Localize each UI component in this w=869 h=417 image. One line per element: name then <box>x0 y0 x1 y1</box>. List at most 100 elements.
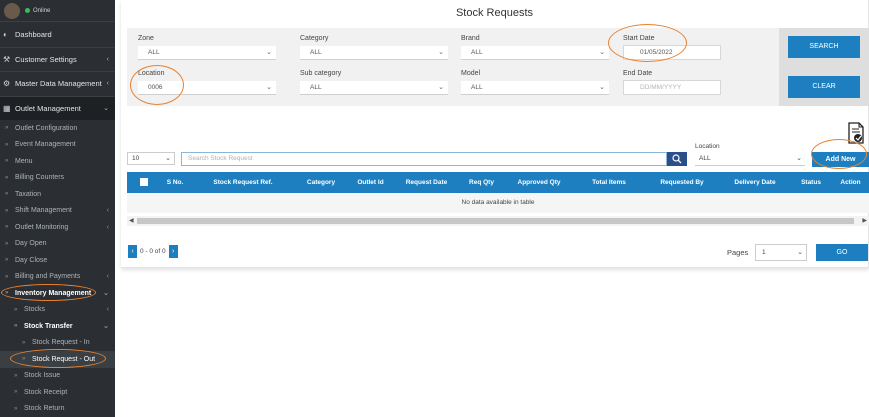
sidebar-item-inventory-management[interactable]: » Inventory Management ⌄ <box>0 284 115 302</box>
chevron-right-icon: » <box>5 290 9 297</box>
sidebar-item-outlet-monitoring[interactable]: » Outlet Monitoring ‹ <box>0 219 115 236</box>
column-header[interactable]: S No. <box>161 172 189 193</box>
stock-request-search-input[interactable]: Search Stock Request <box>181 152 667 166</box>
location-filter-select[interactable]: ALL ⌄ <box>695 153 805 166</box>
sidebar-user: Online <box>0 0 115 22</box>
sidebar-item-label: Day Open <box>15 240 47 248</box>
column-header[interactable]: Req Qty <box>459 172 504 193</box>
location-filter-label: Location <box>695 143 720 150</box>
outlet-icon: ▦ <box>3 103 11 113</box>
column-header[interactable]: Stock Request Ref. <box>191 172 295 193</box>
column-header[interactable]: Action <box>832 172 869 193</box>
sidebar-item-dashboard[interactable]: ◐ Dashboard <box>0 22 115 47</box>
prev-page-button[interactable]: ‹ <box>128 245 137 258</box>
sidebar-item-stock-return[interactable]: » Stock Return <box>0 401 115 417</box>
go-button[interactable]: GO <box>816 244 868 261</box>
search-button[interactable]: SEARCH <box>788 36 860 58</box>
column-header[interactable]: Requested By <box>644 172 720 193</box>
brand-select[interactable]: ALL ⌄ <box>461 46 609 60</box>
avatar[interactable] <box>4 2 20 19</box>
location-select[interactable]: 0006 ⌄ <box>138 81 276 95</box>
sidebar-item-outlet-configuration[interactable]: » Outlet Configuration <box>0 120 115 137</box>
page-size-select[interactable]: 10 ⌄ <box>127 152 175 165</box>
scroll-left-icon[interactable]: ◀ <box>129 216 134 226</box>
sidebar-item-label: Event Management <box>15 141 76 149</box>
gear-icon: ⚙ <box>3 79 11 89</box>
model-label: Model <box>461 70 481 77</box>
sidebar-item-label: Inventory Management <box>15 289 92 297</box>
chevron-right-icon: » <box>5 273 9 280</box>
model-select[interactable]: ALL ⌄ <box>461 81 609 95</box>
category-select[interactable]: ALL ⌄ <box>300 46 448 60</box>
chevron-right-icon: » <box>22 356 26 363</box>
sidebar-item-stocks[interactable]: » Stocks ‹ <box>0 302 115 319</box>
select-all-checkbox[interactable] <box>140 178 148 186</box>
stock-requests-card: Stock Requests Zone ALL ⌄ Category ALL ⌄… <box>121 0 869 268</box>
end-date-input[interactable]: DD/MM/YYYY <box>623 80 721 95</box>
sidebar-item-label: Outlet Monitoring <box>15 223 69 231</box>
sidebar-item-stock-transfer[interactable]: » Stock Transfer ⌄ <box>0 318 115 335</box>
sidebar-item-label: Stock Request - In <box>32 339 90 347</box>
table-header: S No. Stock Request Ref. Category Outlet… <box>127 172 869 193</box>
export-document-icon[interactable] <box>847 122 865 144</box>
clear-button[interactable]: CLEAR <box>788 76 860 98</box>
sidebar-item-menu[interactable]: » Menu <box>0 153 115 170</box>
online-status-dot <box>25 8 30 13</box>
model-value: ALL <box>471 84 483 91</box>
sidebar-item-label: Menu <box>15 157 33 165</box>
sidebar-item-day-open[interactable]: » Day Open <box>0 236 115 253</box>
scroll-right-icon[interactable]: ▶ <box>862 216 867 226</box>
brand-value: ALL <box>471 49 483 56</box>
sidebar-item-label: Stock Receipt <box>24 388 68 396</box>
sidebar-item-label: Stock Return <box>24 405 65 413</box>
scrollbar-thumb[interactable] <box>137 218 854 224</box>
sidebar-item-event-management[interactable]: » Event Management <box>0 137 115 154</box>
sidebar-item-master-data[interactable]: ⚙ Master Data Management ‹ <box>0 71 115 96</box>
chevron-right-icon: » <box>14 405 18 412</box>
next-page-button[interactable]: › <box>168 245 178 258</box>
sidebar-item-stock-request-out[interactable]: » Stock Request - Out <box>0 349 115 368</box>
chevron-down-icon: ⌄ <box>438 84 444 91</box>
page-number-select[interactable]: 1 ⌄ <box>755 244 807 261</box>
sidebar-item-stock-request-in[interactable]: » Stock Request - In <box>0 335 115 352</box>
column-header[interactable]: Outlet Id <box>347 172 394 193</box>
chevron-down-icon: ⌄ <box>266 84 272 91</box>
column-header[interactable]: Category <box>295 172 347 193</box>
sidebar-item-label: Stock Issue <box>24 372 61 380</box>
end-date-label: End Date <box>623 70 653 77</box>
search-icon-button[interactable] <box>667 152 687 166</box>
add-new-button[interactable]: Add New <box>812 152 869 167</box>
sidebar-item-taxation[interactable]: » Taxation <box>0 186 115 203</box>
chevron-left-icon: ‹ <box>106 273 109 281</box>
chevron-right-icon: » <box>5 158 9 165</box>
sidebar-item-day-close[interactable]: » Day Close <box>0 252 115 269</box>
page-number-value: 1 <box>762 249 766 256</box>
column-header[interactable]: Approved Qty <box>504 172 574 193</box>
column-header[interactable]: Delivery Date <box>720 172 790 193</box>
column-header[interactable]: Request Date <box>394 172 459 193</box>
sidebar-item-billing-counters[interactable]: » Billing Counters <box>0 170 115 187</box>
location-label: Location <box>138 70 165 77</box>
empty-table-message: No data available in table <box>127 193 869 213</box>
sidebar-item-outlet-management[interactable]: ▦ Outlet Management ⌄ <box>0 95 115 120</box>
sidebar-item-stock-receipt[interactable]: » Stock Receipt <box>0 384 115 401</box>
sidebar-item-stock-issue[interactable]: » Stock Issue <box>0 368 115 385</box>
online-status: Online <box>33 7 51 14</box>
sidebar-item-shift-management[interactable]: » Shift Management ‹ <box>0 203 115 220</box>
chevron-down-icon: ⌄ <box>103 290 109 298</box>
start-date-input[interactable]: 01/05/2022 <box>623 45 721 60</box>
sidebar-item-label: Stock Transfer <box>24 322 73 330</box>
sidebar-item-billing-payments[interactable]: » Billing and Payments ‹ <box>0 269 115 286</box>
chevron-right-icon: » <box>5 224 9 231</box>
sidebar-item-label: Billing Counters <box>15 174 65 182</box>
column-header[interactable]: Total Items <box>574 172 644 193</box>
sidebar-item-customer-settings[interactable]: ⚒ Customer Settings ‹ <box>0 46 115 72</box>
sidebar-item-label: Outlet Management <box>15 103 81 113</box>
horizontal-scrollbar[interactable]: ◀ ▶ <box>127 216 869 226</box>
chevron-down-icon: ⌄ <box>599 84 605 91</box>
column-header[interactable]: Status <box>790 172 832 193</box>
page-title: Stock Requests <box>455 7 534 19</box>
zone-select[interactable]: ALL ⌄ <box>138 46 276 60</box>
category-label: Category <box>300 35 329 42</box>
sub-category-select[interactable]: ALL ⌄ <box>300 81 448 95</box>
